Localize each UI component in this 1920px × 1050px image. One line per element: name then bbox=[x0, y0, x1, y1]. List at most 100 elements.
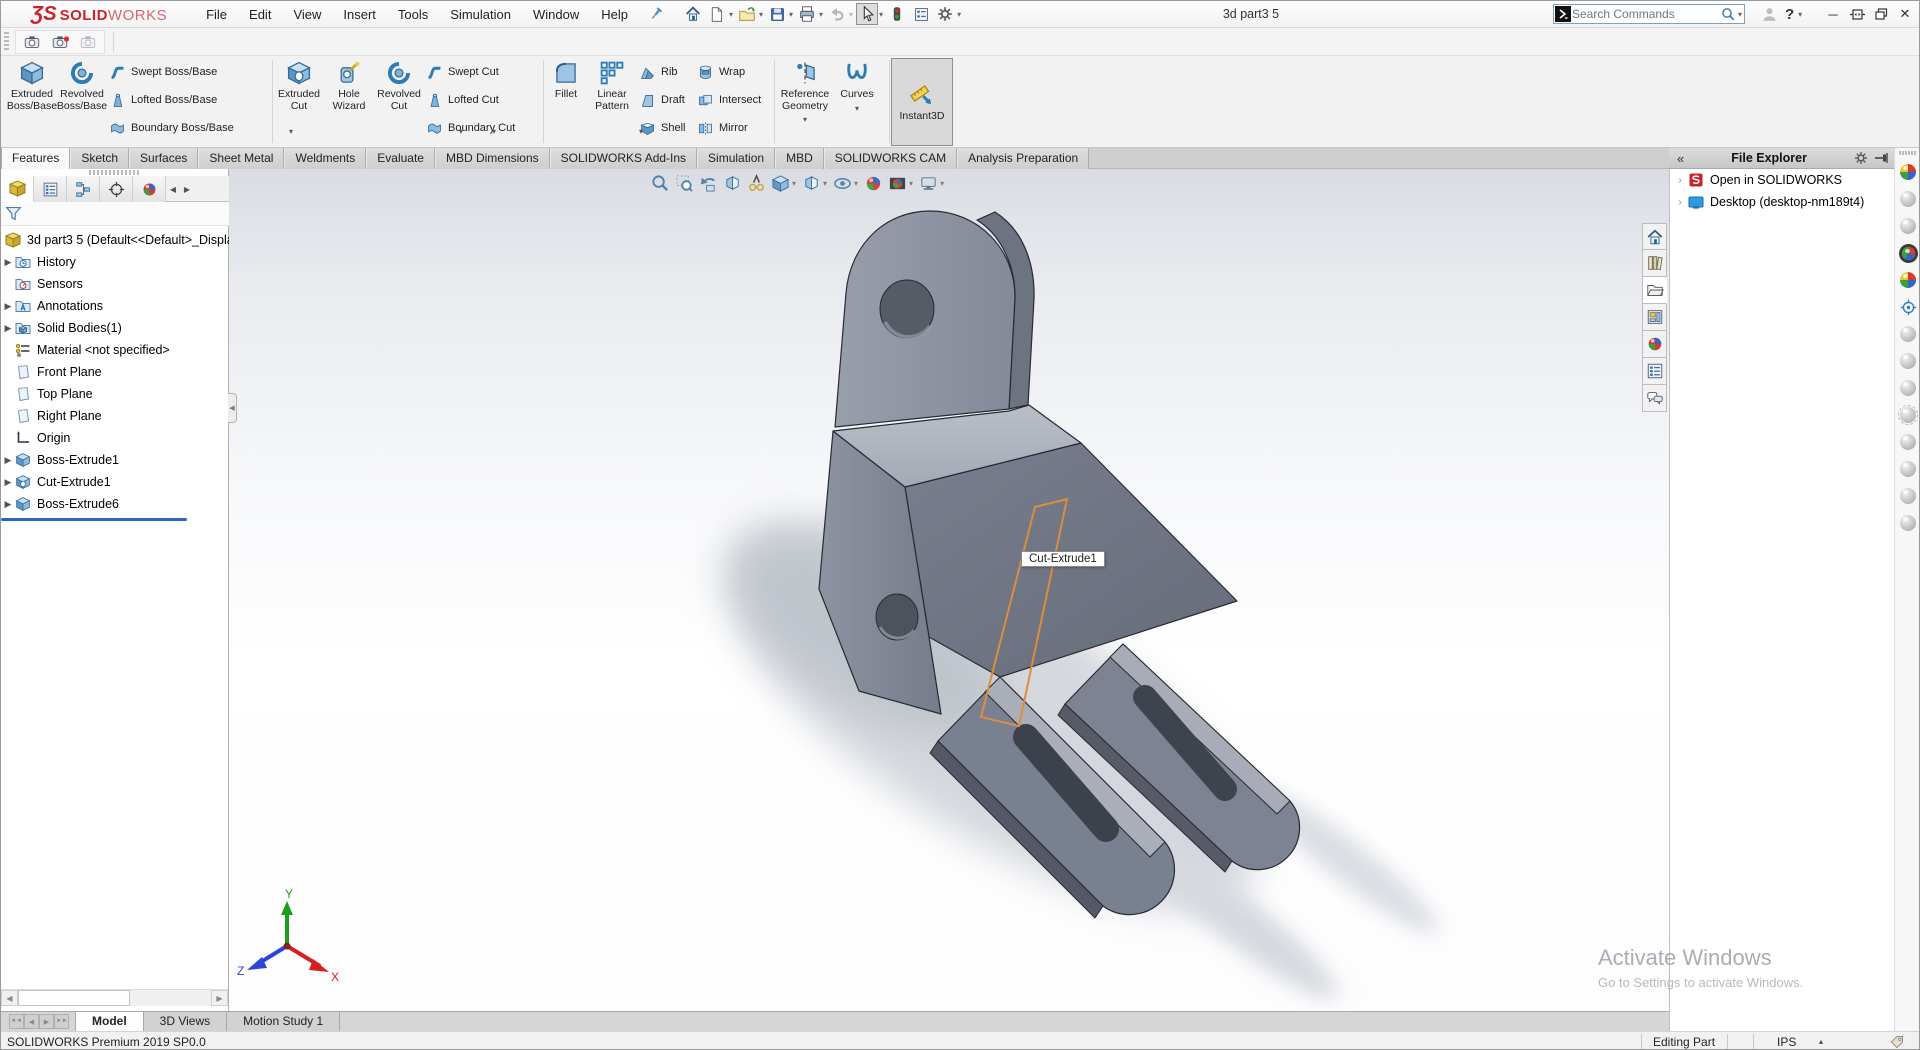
fillet-button[interactable]: Fillet bbox=[545, 58, 587, 144]
revolved-cut-button[interactable]: Revolved Cut bbox=[374, 58, 424, 144]
tab-surfaces[interactable]: Surfaces bbox=[129, 148, 198, 169]
solidworks-forum-icon[interactable] bbox=[1642, 385, 1667, 412]
tab-3d-views[interactable]: 3D Views bbox=[144, 1012, 227, 1031]
pin-panel-icon[interactable] bbox=[1874, 151, 1888, 165]
tab-model[interactable]: Model bbox=[75, 1012, 144, 1031]
render-quality-icon[interactable] bbox=[1898, 432, 1918, 452]
tree-horizontal-scrollbar[interactable]: ◀ ▶ bbox=[1, 989, 228, 1006]
hide-show-dropdown-icon[interactable]: ▾ bbox=[854, 179, 858, 188]
menu-window[interactable]: Window bbox=[522, 3, 590, 26]
fe-item-desktop[interactable]: › Desktop (desktop-nm189t4) bbox=[1670, 191, 1894, 213]
expander-icon[interactable]: ▶ bbox=[1, 257, 15, 268]
tag-icon[interactable] bbox=[1889, 1034, 1905, 1050]
expander-icon[interactable]: › bbox=[1674, 175, 1686, 186]
tree-item-annotations[interactable]: ▶ Annotations bbox=[1, 295, 229, 317]
tree-root[interactable]: 3d part3 5 (Default<<Default>_Displa bbox=[1, 229, 229, 251]
tab-scroll-left-icon[interactable]: ◀ bbox=[166, 176, 180, 202]
tab-scroll-next-icon[interactable]: ▶ bbox=[39, 1014, 54, 1029]
pin-menu-icon[interactable] bbox=[645, 3, 667, 25]
open-button[interactable] bbox=[736, 3, 758, 25]
tree-item-top-plane[interactable]: Top Plane bbox=[1, 383, 229, 405]
schedule-render-icon[interactable] bbox=[1898, 486, 1918, 506]
display-style-icon[interactable] bbox=[799, 171, 823, 195]
save-dropdown-icon[interactable]: ▾ bbox=[789, 10, 793, 19]
tab-displaymanager[interactable] bbox=[133, 176, 166, 202]
menu-tools[interactable]: Tools bbox=[387, 3, 439, 26]
tree-item-boss-extrude1[interactable]: ▶ Boss-Extrude1 bbox=[1, 449, 229, 471]
undo-button[interactable] bbox=[826, 3, 848, 25]
extruded-cut-dropdown-icon[interactable]: ▾ bbox=[289, 127, 293, 136]
tree-item-solid-bodies[interactable]: ▶ Solid Bodies(1) bbox=[1, 317, 229, 339]
apply-scene-icon[interactable] bbox=[1898, 243, 1918, 263]
integrated-preview-icon[interactable] bbox=[1898, 351, 1918, 371]
scroll-left-icon[interactable]: ◀ bbox=[1, 990, 18, 1006]
lofted-cut-button[interactable]: Lofted Cut bbox=[424, 86, 515, 114]
view-settings-icon[interactable] bbox=[916, 171, 940, 195]
select-dropdown-icon[interactable]: ▾ bbox=[879, 10, 883, 19]
curves-dropdown-icon[interactable]: ▾ bbox=[855, 103, 859, 115]
tree-item-right-plane[interactable]: Right Plane bbox=[1, 405, 229, 427]
toolbar-grip[interactable] bbox=[1899, 151, 1917, 155]
tab-simulation[interactable]: Simulation bbox=[697, 148, 775, 169]
expander-icon[interactable]: ▶ bbox=[1, 499, 15, 510]
edit-appearance-icon[interactable] bbox=[861, 171, 885, 195]
minimize-button[interactable]: ─ bbox=[1821, 3, 1845, 25]
view-orientation-dropdown-icon[interactable]: ▾ bbox=[792, 179, 796, 188]
tab-scroll-first-icon[interactable]: ⯇⯇ bbox=[9, 1014, 24, 1029]
scroll-right-icon[interactable]: ▶ bbox=[211, 990, 228, 1006]
extruded-boss-base-button[interactable]: Extruded Boss/Base bbox=[7, 58, 57, 144]
curves-button[interactable]: Curves▾ bbox=[834, 58, 880, 144]
revolved-boss-base-button[interactable]: Revolved Boss/Base bbox=[57, 58, 107, 144]
menu-file[interactable]: File bbox=[195, 3, 238, 26]
section-view-icon[interactable] bbox=[720, 171, 744, 195]
hide-show-items-icon[interactable] bbox=[830, 171, 854, 195]
rebuild-button[interactable] bbox=[886, 3, 908, 25]
toolbar-drag-handle[interactable] bbox=[4, 32, 9, 52]
view-settings-dropdown-icon[interactable]: ▾ bbox=[940, 179, 944, 188]
appearances-scenes-icon[interactable] bbox=[1642, 331, 1667, 358]
tab-evaluate[interactable]: Evaluate bbox=[366, 148, 435, 169]
search-dropdown-icon[interactable]: ▾ bbox=[1738, 10, 1742, 19]
apply-scene-dropdown-icon[interactable]: ▾ bbox=[909, 179, 913, 188]
file-explorer-icon[interactable] bbox=[1642, 277, 1667, 304]
edit-decal-icon[interactable] bbox=[1898, 270, 1918, 290]
tab-sketch[interactable]: Sketch bbox=[70, 148, 129, 169]
pause-record-button[interactable] bbox=[77, 31, 99, 53]
tree-item-boss-extrude6[interactable]: ▶ Boss-Extrude6 bbox=[1, 493, 229, 515]
cut-column2-dropdown-icon[interactable]: ▾ bbox=[492, 127, 496, 136]
collapse-panel-icon[interactable]: « bbox=[1677, 151, 1684, 166]
annotation-visibility-icon[interactable] bbox=[744, 171, 768, 195]
tab-scroll-prev-icon[interactable]: ◀ bbox=[24, 1014, 39, 1029]
menu-view[interactable]: View bbox=[282, 3, 332, 26]
previous-view-icon[interactable] bbox=[696, 171, 720, 195]
filter-funnel-icon[interactable] bbox=[5, 205, 22, 222]
cut-column-dropdown-icon[interactable]: ▾ bbox=[459, 127, 463, 136]
wrap-button[interactable]: Wrap bbox=[695, 58, 771, 86]
viewport-3d-canvas[interactable]: Y Z X bbox=[229, 169, 1669, 1011]
print-dropdown-icon[interactable]: ▾ bbox=[819, 10, 823, 19]
save-button[interactable] bbox=[766, 3, 788, 25]
tab-solidworks-add-ins[interactable]: SOLIDWORKS Add-Ins bbox=[550, 148, 697, 169]
expander-icon[interactable]: ▶ bbox=[1, 477, 15, 488]
swept-cut-button[interactable]: Swept Cut bbox=[424, 58, 515, 86]
menu-help[interactable]: Help bbox=[590, 3, 639, 26]
custom-properties-icon[interactable] bbox=[1642, 358, 1667, 385]
expander-icon[interactable]: ▶ bbox=[1, 301, 15, 312]
units-dropdown-icon[interactable]: ▴ bbox=[1819, 1037, 1823, 1046]
tab-analysis-preparation[interactable]: Analysis Preparation bbox=[957, 148, 1089, 169]
print-button[interactable] bbox=[796, 3, 818, 25]
draft-button[interactable]: Draft bbox=[637, 86, 695, 114]
tree-item-front-plane[interactable]: Front Plane bbox=[1, 361, 229, 383]
screen-capture-button[interactable] bbox=[21, 31, 43, 53]
design-library-icon[interactable] bbox=[1642, 250, 1667, 277]
tab-propertymanager[interactable] bbox=[34, 176, 67, 202]
tree-item-cut-extrude1[interactable]: ▶ Cut-Extrude1 bbox=[1, 471, 229, 493]
search-icon[interactable] bbox=[1721, 7, 1736, 22]
menu-edit[interactable]: Edit bbox=[238, 3, 282, 26]
user-account-icon[interactable] bbox=[1758, 3, 1780, 25]
edit-appearance-icon[interactable] bbox=[1898, 162, 1918, 182]
settings-gear-button[interactable] bbox=[934, 3, 956, 25]
render-sphere-icon[interactable] bbox=[1898, 378, 1918, 398]
tab-scroll-right-icon[interactable]: ▶ bbox=[180, 176, 194, 202]
instant3d-button[interactable]: Instant3D bbox=[891, 58, 953, 146]
